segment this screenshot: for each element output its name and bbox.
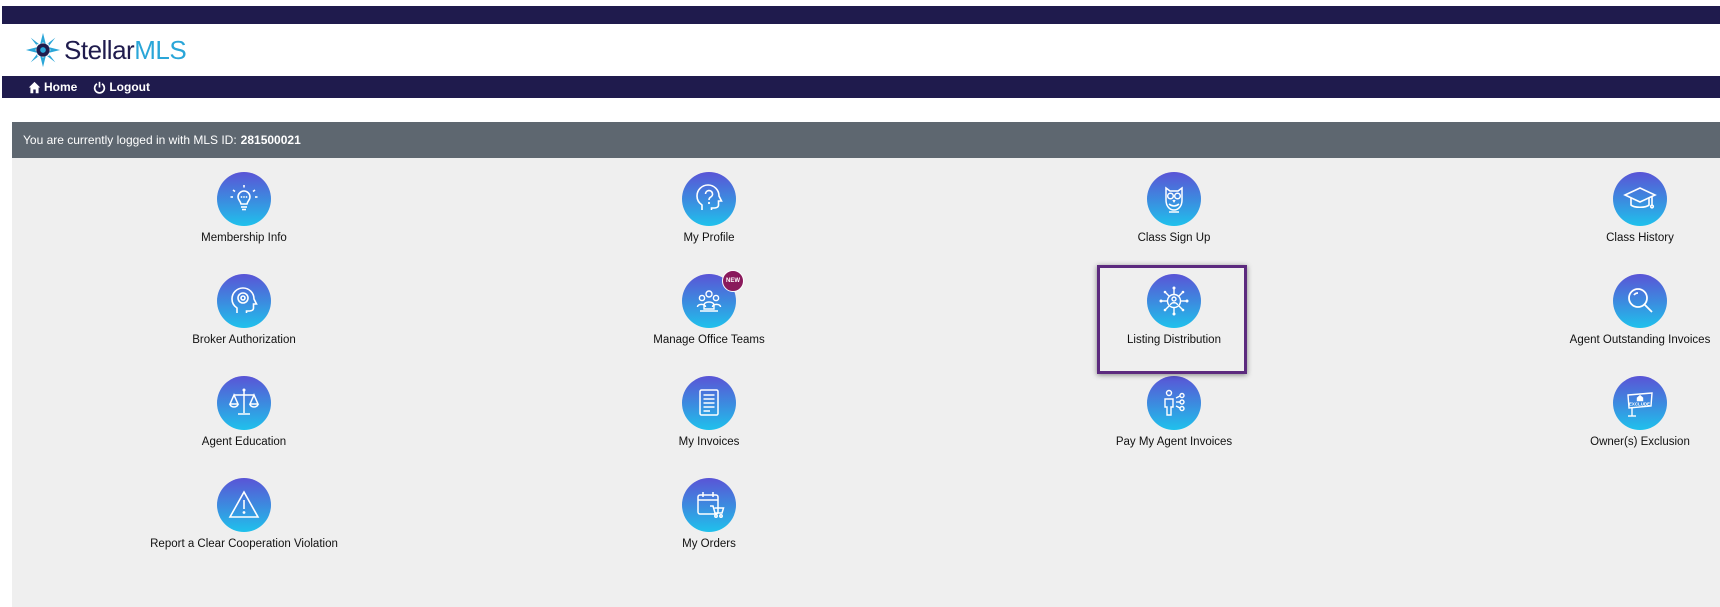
tile-manage-office-teams[interactable]: NEW Manage Office Teams	[559, 270, 859, 366]
document-icon	[682, 376, 736, 430]
tile-class-sign-up[interactable]: Class Sign Up	[1024, 172, 1324, 264]
logout-link[interactable]: Logout	[93, 80, 150, 94]
tile-agent-outstanding-invoices[interactable]: Agent Outstanding Invoices	[1490, 274, 1720, 366]
tile-label: Pay My Agent Invoices	[1115, 436, 1233, 448]
tile-label: Agent Outstanding Invoices	[1569, 334, 1711, 346]
tile-my-orders[interactable]: My Orders	[559, 478, 859, 570]
top-bar	[0, 0, 1720, 24]
question-head-icon	[682, 172, 736, 226]
exclude-sign-icon: EXCLUDE	[1613, 376, 1667, 430]
new-badge: NEW	[722, 270, 744, 292]
brand-logo[interactable]: StellarMLS	[24, 32, 187, 68]
graduation-cap-icon	[1613, 172, 1667, 226]
logout-label: Logout	[109, 80, 150, 94]
tile-pay-my-agent-invoices[interactable]: Pay My Agent Invoices	[1024, 376, 1324, 468]
login-status-prefix: You are currently logged in with MLS ID:	[23, 133, 237, 147]
tile-my-profile[interactable]: My Profile	[559, 172, 859, 264]
tile-membership-info[interactable]: Membership Info	[94, 172, 394, 264]
nav-bar: Home Logout	[2, 76, 1720, 98]
tile-label: Class History	[1606, 232, 1674, 244]
calendar-cart-icon	[682, 478, 736, 532]
mls-id: 281500021	[240, 133, 301, 147]
tile-label: Manage Office Teams	[653, 334, 765, 346]
tile-label: My Invoices	[678, 436, 740, 448]
team-icon: NEW	[682, 270, 744, 328]
tile-label: Agent Education	[201, 436, 287, 448]
lightbulb-icon	[217, 172, 271, 226]
home-label: Home	[44, 80, 78, 94]
person-flow-icon	[1147, 376, 1201, 430]
login-status-bar: You are currently logged in with MLS ID:…	[12, 122, 1720, 158]
tile-label: My Orders	[682, 538, 736, 550]
top-bar-stripe	[2, 6, 1720, 24]
tile-label: Class Sign Up	[1137, 232, 1211, 244]
brand-suffix: MLS	[134, 34, 187, 65]
brand-name: Stellar	[64, 34, 135, 65]
exclude-text: EXCLUDE	[1629, 402, 1650, 407]
tile-label: My Profile	[683, 232, 735, 244]
tile-agent-education[interactable]: Agent Education	[94, 376, 394, 468]
home-link[interactable]: Home	[28, 80, 77, 94]
tile-label: Broker Authorization	[192, 334, 296, 346]
scales-icon	[217, 376, 271, 430]
star-burst-logo-icon	[25, 32, 61, 68]
tile-owners-exclusion[interactable]: EXCLUDE Owner(s) Exclusion	[1490, 376, 1720, 468]
tile-label: Report a Clear Cooperation Violation	[150, 538, 338, 550]
tile-report-clear-cooperation-violation[interactable]: Report a Clear Cooperation Violation	[94, 478, 394, 570]
listing-distribution-highlight	[1097, 265, 1247, 374]
tile-label: Membership Info	[201, 232, 287, 244]
tile-label: Owner(s) Exclusion	[1590, 436, 1690, 448]
dashboard-panel: You are currently logged in with MLS ID:…	[12, 122, 1720, 607]
head-gear-icon	[217, 274, 271, 328]
tile-broker-authorization[interactable]: Broker Authorization	[94, 274, 394, 366]
tile-my-invoices[interactable]: My Invoices	[559, 376, 859, 468]
power-icon	[94, 81, 106, 94]
tile-class-history[interactable]: Class History	[1490, 172, 1720, 264]
owl-icon	[1147, 172, 1201, 226]
magnifier-icon	[1613, 274, 1667, 328]
home-icon	[28, 81, 41, 93]
warning-icon	[217, 478, 271, 532]
